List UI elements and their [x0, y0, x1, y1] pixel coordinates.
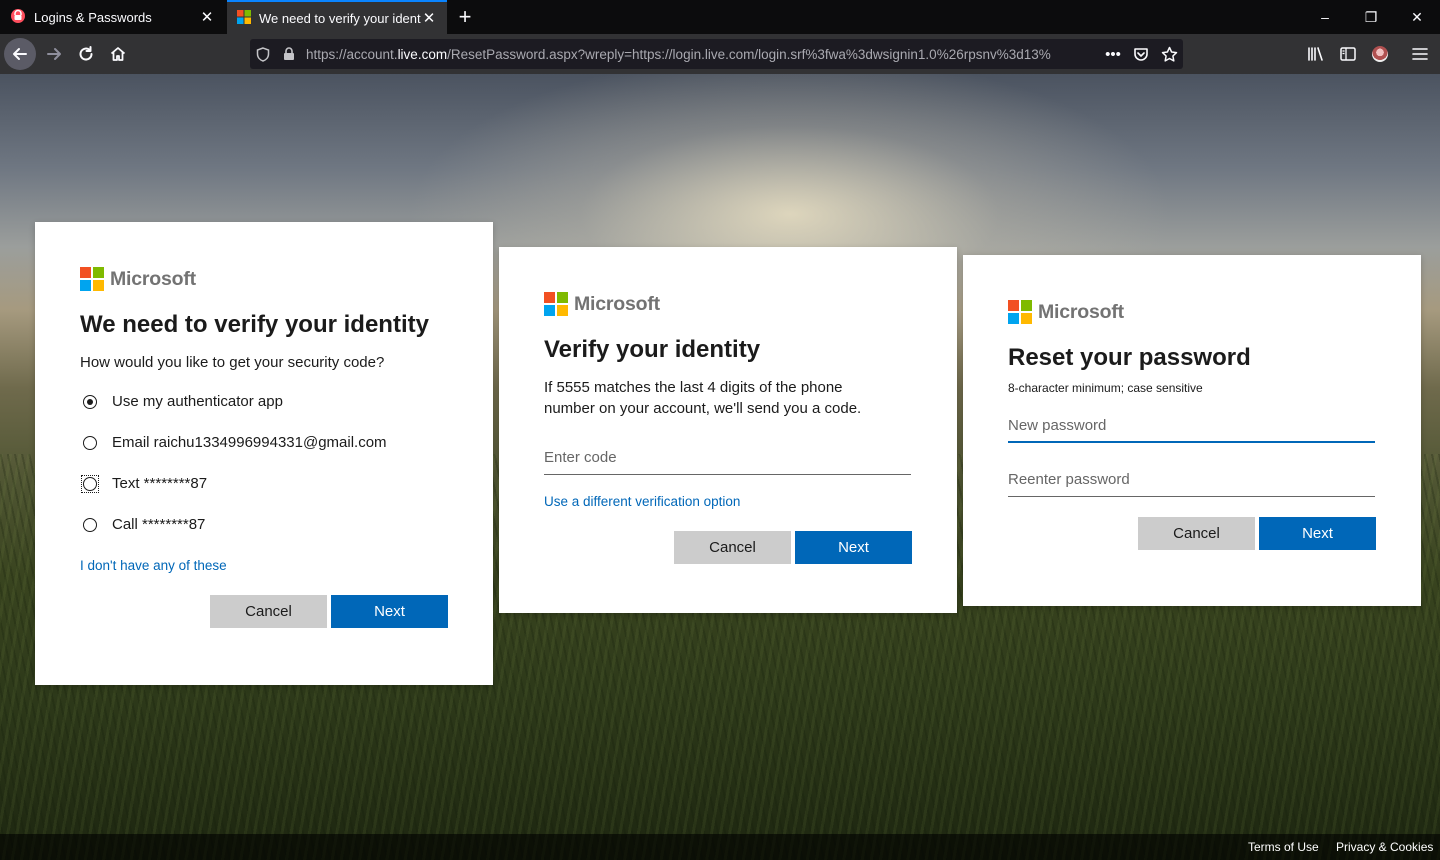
option-call[interactable]: Call ********87: [80, 514, 448, 535]
microsoft-logo-text: Microsoft: [574, 292, 660, 315]
button-row: Cancel Next: [1008, 517, 1376, 550]
code-input[interactable]: [544, 441, 911, 475]
option-email[interactable]: Email raichu1334996994331@gmail.com: [80, 432, 448, 453]
option-label: Email raichu1334996994331@gmail.com: [112, 434, 387, 451]
page-footer: Terms of Use Privacy & Cookies: [0, 834, 1440, 860]
url-host: live.com: [397, 46, 448, 62]
tab-logins-passwords[interactable]: Logins & Passwords ✕: [0, 0, 225, 34]
new-password-input[interactable]: [1008, 409, 1375, 443]
close-window-icon[interactable]: ✕: [1394, 0, 1440, 34]
microsoft-logo-icon: [544, 292, 568, 316]
account-avatar-icon[interactable]: [1364, 38, 1396, 70]
terms-of-use-link[interactable]: Terms of Use: [1248, 840, 1319, 854]
microsoft-logo: Microsoft: [1008, 299, 1376, 325]
url-prefix: https://account.: [306, 46, 398, 62]
cancel-button[interactable]: Cancel: [210, 595, 327, 628]
microsoft-logo: Microsoft: [80, 266, 448, 292]
focus-ring: [81, 474, 99, 493]
button-row: Cancel Next: [544, 531, 912, 564]
radio-button[interactable]: [83, 517, 97, 532]
forward-arrow-icon[interactable]: [38, 38, 70, 70]
page-title: Reset your password: [1008, 344, 1251, 371]
reload-icon[interactable]: [70, 38, 102, 70]
minimize-icon[interactable]: –: [1302, 0, 1348, 34]
new-tab-icon[interactable]: +: [452, 4, 478, 30]
home-icon[interactable]: [102, 38, 134, 70]
next-button[interactable]: Next: [331, 595, 448, 628]
shield-icon[interactable]: [250, 39, 276, 69]
close-tab-icon[interactable]: ✕: [199, 9, 215, 26]
menu-hamburger-icon[interactable]: [1404, 38, 1436, 70]
page-title: We need to verify your identity: [80, 311, 429, 338]
back-arrow-icon[interactable]: [4, 38, 36, 70]
different-option-link[interactable]: Use a different verification option: [544, 494, 740, 509]
url-text[interactable]: https://account.live.com/ResetPassword.a…: [302, 47, 1099, 62]
tab-title: Logins & Passwords: [34, 9, 152, 25]
radio-button[interactable]: [81, 474, 99, 493]
microsoft-logo-text: Microsoft: [1038, 300, 1124, 323]
tab-strip: Logins & Passwords ✕ We need to verify y…: [0, 0, 1440, 34]
lockwise-icon: [10, 8, 26, 27]
page-actions-icon[interactable]: •••: [1099, 39, 1127, 69]
sidebar-icon[interactable]: [1332, 38, 1364, 70]
close-tab-icon[interactable]: ✕: [421, 10, 437, 27]
tab-title: We need to verify your identity: [259, 10, 421, 26]
verify-method-card: Microsoft We need to verify your identit…: [35, 222, 493, 685]
verify-code-card: Microsoft Verify your identity If 5555 m…: [499, 247, 957, 613]
url-path: /ResetPassword.aspx?wreply=https://login…: [447, 46, 1051, 62]
option-label: Call ********87: [112, 516, 206, 533]
library-icon[interactable]: [1300, 38, 1332, 70]
microsoft-logo-icon: [80, 267, 104, 291]
option-label: Text ********87: [112, 475, 208, 492]
navigation-toolbar: https://account.live.com/ResetPassword.a…: [0, 34, 1440, 74]
password-hint: 8-character minimum; case sensitive: [1008, 381, 1203, 395]
next-button[interactable]: Next: [795, 531, 912, 564]
description: If 5555 matches the last 4 digits of the…: [544, 379, 862, 417]
privacy-cookies-link[interactable]: Privacy & Cookies: [1336, 840, 1433, 854]
microsoft-logo-icon: [1008, 300, 1032, 324]
radio-button[interactable]: [83, 394, 97, 409]
address-bar[interactable]: https://account.live.com/ResetPassword.a…: [250, 39, 1183, 69]
option-authenticator-app[interactable]: Use my authenticator app: [80, 391, 448, 412]
button-row: Cancel Next: [80, 595, 448, 628]
option-label: Use my authenticator app: [112, 393, 283, 410]
microsoft-logo-text: Microsoft: [110, 267, 196, 290]
microsoft-logo: Microsoft: [544, 291, 912, 317]
subtitle: How would you like to get your security …: [80, 354, 385, 371]
next-button[interactable]: Next: [1259, 517, 1376, 550]
restore-icon[interactable]: ❐: [1348, 0, 1394, 34]
pocket-icon[interactable]: [1127, 39, 1155, 69]
microsoft-favicon: [237, 9, 251, 27]
reset-password-card: Microsoft Reset your password 8-characte…: [963, 255, 1421, 606]
option-text[interactable]: Text ********87: [80, 473, 448, 494]
radio-button[interactable]: [83, 435, 97, 450]
reenter-password-input[interactable]: [1008, 463, 1375, 497]
page-title: Verify your identity: [544, 336, 761, 363]
lock-icon[interactable]: [276, 39, 302, 69]
tab-verify-identity[interactable]: We need to verify your identity ✕: [227, 0, 447, 34]
cancel-button[interactable]: Cancel: [1138, 517, 1255, 550]
bookmark-star-icon[interactable]: [1155, 39, 1183, 69]
cancel-button[interactable]: Cancel: [674, 531, 791, 564]
no-options-link[interactable]: I don't have any of these: [80, 558, 227, 573]
